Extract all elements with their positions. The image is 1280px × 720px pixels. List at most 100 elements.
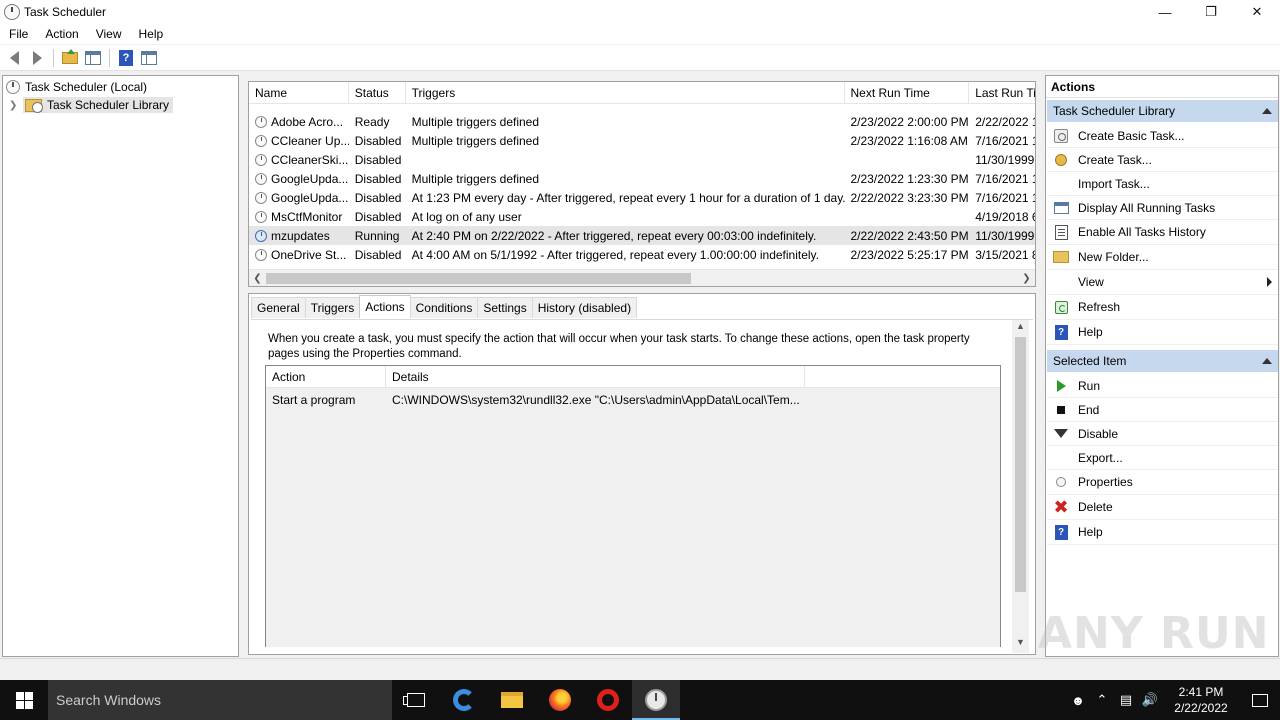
task-row[interactable]: Adobe Acro... Ready Multiple triggers defi… [249,112,1035,131]
column-triggers[interactable]: Triggers [406,82,845,104]
section-title: Selected Item [1053,354,1127,368]
action-display-all-running-tasks[interactable]: Display All Running Tasks [1047,196,1278,220]
show-hide-action-pane-button[interactable] [139,48,159,68]
task-row[interactable]: MsCtfMonitor Disabled At log on of any use… [249,207,1035,226]
forward-button[interactable] [27,48,47,68]
scroll-left-icon[interactable]: ❮ [249,271,266,286]
menu-action[interactable]: Action [36,24,86,44]
action-enable-all-tasks-history[interactable]: Enable All Tasks History [1047,220,1278,245]
minimize-button[interactable]: — [1142,0,1188,24]
tab-actions[interactable]: Actions [359,295,411,318]
horizontal-scrollbar[interactable]: ❮ ❯ [249,269,1035,286]
back-button[interactable] [4,48,24,68]
scroll-thumb[interactable] [266,273,691,284]
task-scheduler-icon [4,4,20,20]
action-import-task[interactable]: Import Task... [1047,172,1278,196]
task-triggers: At log on of any user [411,209,522,224]
action-run[interactable]: Run [1047,374,1278,398]
task-view-button[interactable] [392,680,440,720]
actions-table: Action Details Start a program C:\WINDOW… [265,365,1001,647]
scroll-up-icon[interactable]: ▲ [1012,321,1029,336]
action-new-folder[interactable]: New Folder... [1047,245,1278,270]
task-status: Running [354,228,400,243]
task-row[interactable]: mzupdates Running At 2:40 PM on 2/22/2022 … [249,226,1035,245]
submenu-arrow-icon [1267,277,1272,287]
task-name: CCleaner Up... [249,134,349,148]
task-row[interactable]: OneDrive St... Disabled At 4:00 AM on 5/1/… [249,245,1035,264]
action-end[interactable]: End [1047,398,1278,422]
up-folder-button[interactable] [60,48,80,68]
column-last-run-time[interactable]: Last Run Ti [969,82,1035,104]
action-refresh[interactable]: Refresh [1047,295,1278,320]
tree-root[interactable]: Task Scheduler (Local) [6,78,147,96]
action-delete[interactable]: ✖ Delete [1047,495,1278,520]
column-name[interactable]: Name [249,82,349,104]
scroll-right-icon[interactable]: ❯ [1018,271,1035,286]
expand-chevron-icon[interactable]: ❯ [9,100,21,111]
action-label: End [1078,402,1100,417]
close-button[interactable]: ✕ [1234,0,1280,24]
edge-button[interactable] [440,680,488,720]
column-next-run-time[interactable]: Next Run Time [845,82,970,104]
volume-icon[interactable]: 🔊 [1138,680,1162,720]
display-running-icon [1053,201,1069,214]
tab-conditions[interactable]: Conditions [409,297,479,318]
taskbar-search[interactable]: Search Windows [48,680,392,720]
column-details[interactable]: Details [386,366,805,388]
action-label: Properties [1078,475,1133,489]
action-help[interactable]: ? Help [1047,320,1278,345]
section-task-scheduler-library[interactable]: Task Scheduler Library [1047,100,1278,122]
column-action[interactable]: Action [266,366,386,388]
help-toolbar-button[interactable]: ? [116,48,136,68]
task-row[interactable]: CCleanerSki... Disabled 11/30/1999 [249,150,1035,169]
collapse-icon[interactable] [1262,358,1272,364]
task-row[interactable]: CCleaner Up... Disabled Multiple triggers … [249,131,1035,150]
show-hidden-icons-chevron-icon[interactable]: ⌃ [1090,680,1114,720]
action-create-task[interactable]: Create Task... [1047,148,1278,172]
action-label: View [1078,275,1104,289]
vertical-scroll-thumb[interactable] [1015,337,1026,592]
action-create-basic-task[interactable]: Create Basic Task... [1047,124,1278,148]
firefox-button[interactable] [536,680,584,720]
menu-help[interactable]: Help [130,24,172,44]
action-export[interactable]: Export... [1047,446,1278,470]
task-scheduler-taskbar-button[interactable] [632,680,680,720]
action-row[interactable]: Start a program C:\WINDOWS\system32\rund… [266,390,1000,410]
tree-selected-item[interactable]: Task Scheduler Library [23,97,174,113]
task-name: GoogleUpda... [249,191,349,205]
network-icon[interactable]: ▤ [1114,680,1138,720]
task-row[interactable]: GoogleUpda... Disabled Multiple triggers d… [249,169,1035,188]
tab-settings[interactable]: Settings [477,297,533,318]
column-status[interactable]: Status [349,82,406,104]
menu-view[interactable]: View [87,24,130,44]
taskbar-clock[interactable]: 2:41 PM 2/22/2022 [1162,684,1240,716]
delete-icon: ✖ [1053,498,1069,516]
task-name-label: GoogleUpda... [271,190,349,205]
start-button[interactable] [0,680,48,720]
opera-button[interactable] [584,680,632,720]
task-row[interactable]: GoogleUpda... Disabled At 1:23 PM every da… [249,188,1035,207]
show-hide-console-tree-button[interactable] [83,48,103,68]
taskbar: Search Windows ☻ ⌃ ▤ 🔊 2:41 PM 2/22/2022 [0,680,1280,720]
action-properties[interactable]: Properties [1047,470,1278,495]
file-explorer-button[interactable] [488,680,536,720]
action-help[interactable]: ? Help [1047,520,1278,545]
menu-file[interactable]: File [0,24,36,44]
people-icon[interactable]: ☻ [1066,680,1090,720]
restore-button[interactable]: ❐ [1188,0,1234,24]
help-icon: ? [1054,524,1068,540]
vertical-scrollbar[interactable]: ▲ ▼ [1012,320,1029,653]
windows-logo-icon [15,691,33,709]
section-selected-item[interactable]: Selected Item [1047,350,1278,372]
tree-item-library[interactable]: ❯ Task Scheduler Library [9,96,174,114]
collapse-icon[interactable] [1262,108,1272,114]
action-disable[interactable]: Disable [1047,422,1278,446]
tab-triggers[interactable]: Triggers [304,297,361,318]
folder-icon [1053,251,1069,263]
action-center-button[interactable] [1240,680,1280,720]
action-view[interactable]: View [1047,270,1278,295]
tab-history[interactable]: History (disabled) [531,297,638,318]
actions-pane-title: Actions [1046,76,1278,98]
scroll-down-icon[interactable]: ▼ [1012,637,1029,652]
tab-general[interactable]: General [251,297,306,318]
